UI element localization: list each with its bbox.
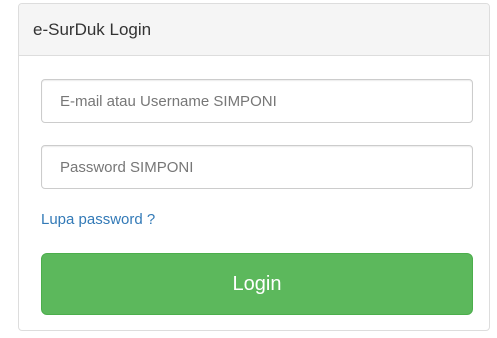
login-button[interactable]: Login [41, 253, 473, 315]
email-username-input[interactable] [41, 79, 473, 123]
login-panel: e-SurDuk Login Lupa password ? Login [18, 3, 490, 331]
password-input[interactable] [41, 145, 473, 189]
panel-heading: e-SurDuk Login [19, 4, 489, 56]
panel-title: e-SurDuk Login [33, 19, 152, 39]
forgot-password-link[interactable]: Lupa password ? [41, 211, 155, 228]
